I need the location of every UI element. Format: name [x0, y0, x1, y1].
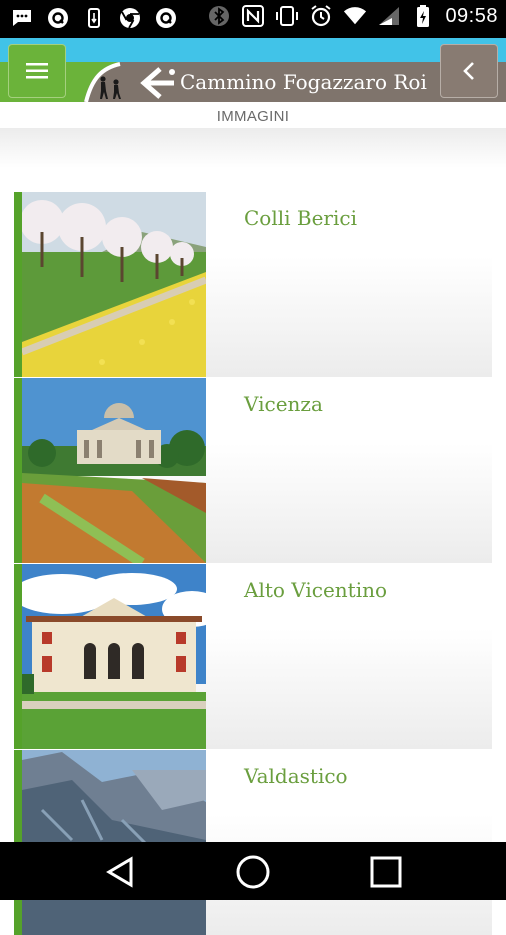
back-button[interactable]: [440, 44, 498, 98]
system-icons: 09:58: [207, 4, 498, 28]
gallery-list: Colli Berici Vicenza Alto Vicentino Vald…: [14, 192, 492, 935]
signal-icon: [377, 4, 401, 28]
message-icon: [10, 6, 34, 30]
nav-home-icon: [236, 855, 270, 889]
palladian-villa-photo: [22, 564, 206, 749]
gallery-item-alto-vicentino[interactable]: Alto Vicentino: [14, 563, 492, 749]
nav-back-icon: [106, 856, 133, 888]
item-label: Colli Berici: [244, 206, 357, 230]
bluetooth-icon: [207, 4, 231, 28]
item-accent: [14, 564, 22, 749]
item-label: Vicenza: [244, 392, 323, 416]
villa-rotonda-photo: [22, 378, 206, 563]
hamburger-menu-icon: [26, 63, 48, 79]
nav-back-button[interactable]: [90, 850, 150, 894]
orchard-flowers-photo: [22, 192, 206, 377]
item-accent: [14, 192, 22, 377]
chrome-icon: [118, 6, 142, 30]
menu-button[interactable]: [8, 44, 66, 98]
alarm-icon: [309, 4, 333, 28]
item-label: Alto Vicentino: [244, 578, 388, 602]
chevron-left-icon: [463, 62, 474, 80]
battery-charging-icon: [411, 4, 435, 28]
clock: 09:58: [445, 4, 498, 27]
app-q-icon: [154, 6, 178, 30]
system-nav-bar: [0, 842, 506, 900]
item-label: Valdastico: [244, 764, 348, 788]
nav-home-button[interactable]: [223, 850, 283, 894]
header-shadow: [0, 128, 506, 168]
gallery-item-colli-berici[interactable]: Colli Berici: [14, 192, 492, 377]
status-bar: 09:58: [0, 0, 506, 38]
nfc-icon: [241, 4, 265, 28]
nav-recents-icon: [370, 856, 402, 888]
nav-recents-button[interactable]: [356, 850, 416, 894]
app-title: Cammino Fogazzaro Roi: [180, 70, 427, 94]
wifi-icon: [343, 4, 367, 28]
vibrate-icon: [275, 4, 299, 28]
route-arrow-icon: [140, 67, 175, 99]
section-title: IMMAGINI: [216, 108, 290, 125]
app-q-icon: [46, 6, 70, 30]
gallery-item-vicenza[interactable]: Vicenza: [14, 377, 492, 563]
item-accent: [14, 378, 22, 563]
usb-icon: [82, 6, 106, 30]
notification-icons: [10, 6, 178, 30]
